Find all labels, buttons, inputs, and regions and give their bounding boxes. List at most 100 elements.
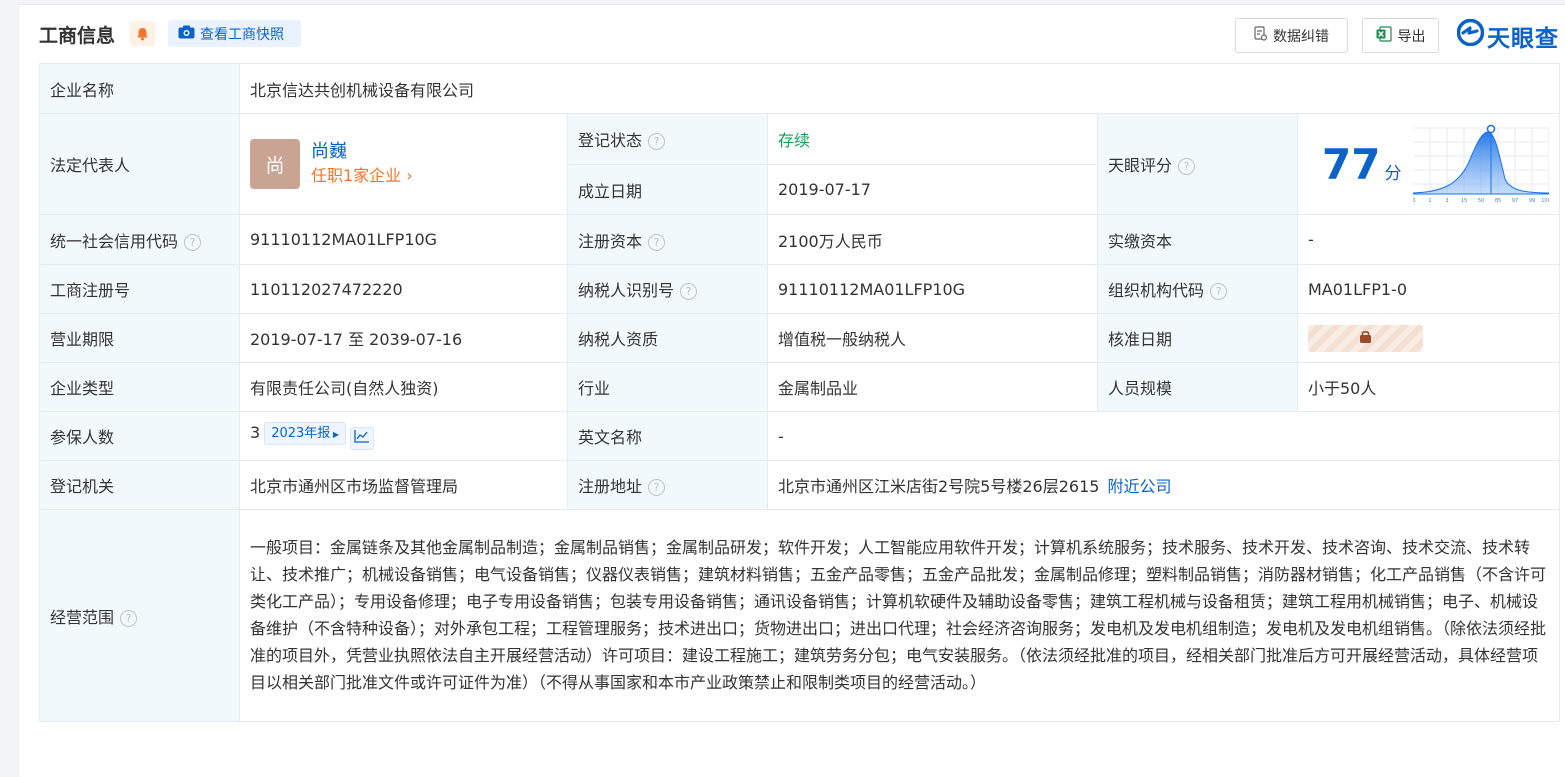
excel-icon — [1376, 25, 1392, 46]
dist-tick: 15 — [1461, 198, 1467, 204]
legal-rep-positions-link[interactable]: 任职1家企业 › — [311, 164, 413, 188]
reg-status-label-text: 登记状态 — [578, 131, 643, 150]
score-display: 77 分 — [1308, 140, 1401, 189]
avatar[interactable]: 尚 — [250, 139, 300, 189]
play-icon: ▶ — [330, 430, 339, 439]
taxpayer-id-value: 91110112MA01LFP10G — [767, 264, 1098, 314]
company-name-value: 北京信达共创机械设备有限公司 — [238, 63, 1561, 114]
legal-rep-label: 法定代表人 — [39, 113, 240, 215]
insured-cell: 3 2023年报 ▶ — [239, 411, 568, 461]
data-correction-button[interactable]: 数据纠错 — [1235, 18, 1348, 53]
export-label: 导出 — [1397, 28, 1426, 45]
trend-icon — [354, 430, 369, 443]
annual-report-text: 2023年报 — [271, 426, 331, 441]
help-icon[interactable]: ? — [680, 283, 698, 300]
trend-chart-button[interactable] — [349, 427, 374, 450]
reg-capital-label-text: 注册资本 — [578, 231, 643, 251]
reg-authority-label: 登记机关 — [39, 460, 240, 510]
table-row: 参保人数 3 2023年报 ▶ 英文名称 - — [39, 411, 1561, 461]
company-name-label: 企业名称 — [39, 63, 240, 114]
org-code-label: 组织机构代码? — [1097, 264, 1298, 314]
annual-report-badge[interactable]: 2023年报 ▶ — [264, 422, 346, 445]
table-row: 法定代表人 尚 尚巍 任职1家企业 › 登记状态? 存续 天眼评分? 77分 — [39, 113, 1561, 215]
dist-tick: 0 — [1413, 198, 1416, 204]
reg-status-value: 存续 — [767, 113, 1098, 165]
tianyan-score-label-text: 天眼评分 — [1108, 156, 1173, 175]
found-date-label: 成立日期 — [567, 164, 768, 215]
approve-date-label: 核准日期 — [1097, 313, 1298, 363]
locked-value[interactable] — [1308, 324, 1423, 352]
chevron-right-icon: › — [401, 166, 413, 185]
camera-icon — [178, 25, 195, 43]
taxpayer-qual-value: 增值税一般纳税人 — [767, 313, 1098, 363]
section-title: 工商信息 — [39, 25, 116, 47]
table-row: 企业名称 北京信达共创机械设备有限公司 — [39, 63, 1561, 114]
dist-tick: 97 — [1512, 198, 1518, 204]
reg-address-label-text: 注册地址 — [578, 477, 643, 496]
org-code-value: MA01LFP1-0 — [1296, 264, 1561, 314]
table-row: 企业类型 有限责任公司(自然人独资) 行业 金属制品业 人员规模 小于50人 — [39, 362, 1561, 412]
reg-number-value: 110112027472220 — [239, 264, 568, 314]
reg-address-cell: 北京市通州区江米店街2号院5号楼26层2615 附近公司 — [766, 460, 1561, 510]
biz-term-label: 营业期限 — [39, 313, 240, 363]
taxpayer-id-label: 纳税人识别号? — [567, 264, 768, 314]
help-icon[interactable]: ? — [1210, 283, 1228, 300]
help-icon[interactable]: ? — [648, 233, 666, 251]
biz-scope-label-text: 经营范围 — [50, 607, 115, 627]
tianyan-score-cell[interactable]: 77 分 0 1 3 15 50 85 97 99 10 — [1296, 113, 1561, 215]
reg-status-label: 登记状态? — [567, 113, 768, 165]
dist-tick: 99 — [1529, 198, 1535, 204]
biz-scope-value: 一般项目：金属链条及其他金属制品制造；金属制品销售；金属制品研发；软件开发；人工… — [238, 509, 1561, 722]
business-info-table: 企业名称 北京信达共创机械设备有限公司 法定代表人 尚 尚巍 任职1家企业 › … — [39, 63, 1561, 722]
found-date-value: 2019-07-17 — [767, 164, 1098, 215]
taxpayer-id-label-text: 纳税人识别号 — [578, 281, 675, 300]
org-code-label-text: 组织机构代码 — [1108, 281, 1205, 300]
help-icon[interactable]: ? — [648, 133, 666, 150]
reg-number-label: 工商注册号 — [39, 264, 240, 314]
approve-date-cell — [1296, 313, 1561, 363]
legal-rep-name[interactable]: 尚巍 — [311, 140, 413, 164]
table-row: 经营范围? 一般项目：金属链条及其他金属制品制造；金属制品销售；金属制品研发；软… — [39, 509, 1561, 722]
industry-value: 金属制品业 — [767, 362, 1098, 412]
data-correction-label: 数据纠错 — [1273, 28, 1329, 45]
staff-size-value: 小于50人 — [1296, 362, 1561, 412]
help-icon[interactable]: ? — [1178, 158, 1196, 175]
reg-address-label: 注册地址? — [567, 460, 768, 510]
dist-tick: 3 — [1445, 198, 1448, 204]
staff-size-label: 人员规模 — [1097, 362, 1298, 412]
bell-icon[interactable] — [130, 21, 155, 46]
english-name-label: 英文名称 — [567, 411, 768, 461]
view-snapshot-button[interactable]: 查看工商快照 — [168, 20, 301, 47]
export-button[interactable]: 导出 — [1362, 18, 1439, 53]
business-info-panel: 工商信息 查看工商快照 数据纠错 导出 天眼查 企业名称 北京信达共创机械设备有… — [18, 4, 1565, 777]
dist-tick: 100 — [1541, 198, 1549, 204]
help-icon[interactable]: ? — [120, 609, 138, 627]
paid-capital-label: 实缴资本 — [1097, 214, 1298, 265]
insured-label: 参保人数 — [39, 411, 240, 461]
reg-capital-value: 2100万人民币 — [767, 214, 1098, 265]
reg-address-value: 北京市通州区江米店街2号院5号楼26层2615 — [778, 477, 1100, 496]
tianyan-score-label: 天眼评分? — [1097, 113, 1298, 215]
table-row: 营业期限 2019-07-17 至 2039-07-16 纳税人资质 增值税一般… — [39, 313, 1561, 363]
brand-name: 天眼查 — [1487, 25, 1559, 52]
score-unit: 分 — [1384, 163, 1402, 184]
credit-code-label-text: 统一社会信用代码 — [50, 231, 179, 251]
reg-authority-value: 北京市通州区市场监督管理局 — [239, 460, 568, 510]
tianyancha-logo: 天眼查 — [1456, 18, 1559, 53]
help-icon[interactable]: ? — [184, 233, 202, 251]
table-row: 工商注册号 110112027472220 纳税人识别号? 91110112MA… — [39, 264, 1561, 314]
biz-term-value: 2019-07-17 至 2039-07-16 — [239, 313, 568, 363]
nearby-companies-link[interactable]: 附近公司 — [1107, 477, 1171, 496]
legal-rep-cell: 尚 尚巍 任职1家企业 › — [239, 113, 568, 215]
insured-value: 3 — [250, 423, 261, 442]
dist-tick: 50 — [1478, 198, 1484, 204]
biz-scope-label: 经营范围? — [39, 509, 240, 722]
paid-capital-value: - — [1296, 214, 1561, 265]
table-row: 登记机关 北京市通州区市场监督管理局 注册地址? 北京市通州区江米店街2号院5号… — [39, 460, 1561, 510]
credit-code-value: 91110112MA01LFP10G — [239, 214, 568, 265]
credit-code-label: 统一社会信用代码? — [39, 214, 240, 265]
logo-icon — [1456, 18, 1485, 52]
industry-label: 行业 — [567, 362, 768, 412]
help-icon[interactable]: ? — [648, 479, 666, 496]
lock-icon — [1358, 329, 1373, 348]
